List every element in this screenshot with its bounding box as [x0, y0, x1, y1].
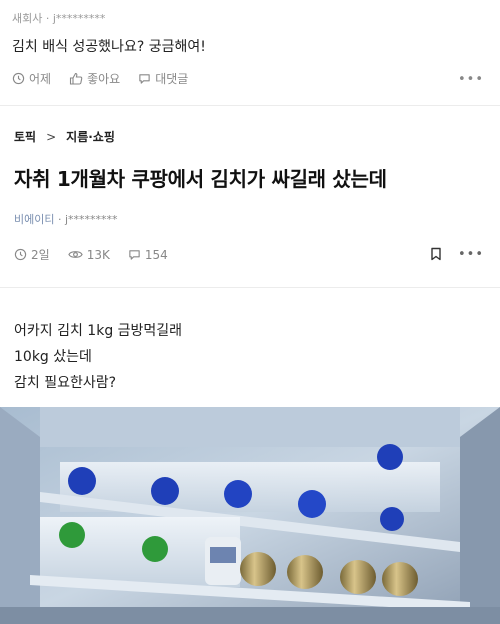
- comment-item: 새회사 · j********* 김치 배식 성공했나요? 궁금해여! 어제 좋…: [0, 0, 500, 105]
- comment-time-label: 어제: [29, 72, 52, 86]
- divider: [0, 287, 500, 288]
- post-title: 자취 1개월차 쿠팡에서 김치가 싸길래 샀는데: [14, 167, 387, 191]
- breadcrumb-topic[interactable]: 토픽: [14, 128, 36, 145]
- post-stats: 2일 13K 154: [14, 246, 168, 263]
- post-photo[interactable]: [0, 407, 500, 624]
- bookmark-button[interactable]: [430, 246, 442, 265]
- breadcrumb-separator: >: [46, 129, 57, 144]
- clock-icon: [14, 248, 27, 261]
- post-body-line: 어카지 김치 1kg 금방먹길래: [14, 323, 183, 339]
- post-more-icon[interactable]: •••: [458, 247, 484, 262]
- post-time-label: 2일: [31, 248, 50, 262]
- post-company: 비에이티: [14, 213, 55, 226]
- comment-time: 어제: [12, 70, 51, 87]
- comment-author[interactable]: 새회사 · j*********: [12, 10, 105, 26]
- post-author-meta[interactable]: 비에이티 · j*********: [14, 211, 118, 227]
- post-body: 어카지 김치 1kg 금방먹길래 10kg 샀는데 감치 필요한사람?: [14, 318, 182, 396]
- comment-more-icon[interactable]: •••: [458, 72, 484, 87]
- fridge-photo-icon: [0, 407, 500, 624]
- eye-icon: [67, 251, 83, 258]
- post-time: 2일: [14, 246, 50, 263]
- clock-icon: [12, 72, 25, 85]
- comment-actions: 어제 좋아요 대댓글: [12, 70, 188, 87]
- bookmark-icon: [431, 247, 441, 261]
- post-comments-label: 154: [144, 247, 168, 262]
- divider: [0, 105, 500, 106]
- post-views: 13K: [67, 247, 110, 262]
- breadcrumb-category[interactable]: 지름·쇼핑: [66, 128, 115, 145]
- post-views-label: 13K: [86, 247, 110, 262]
- post-user: j*********: [64, 213, 118, 226]
- speech-bubble-icon: [139, 74, 150, 84]
- breadcrumb: 토픽 > 지름·쇼핑: [14, 128, 115, 145]
- comment-like-button[interactable]: 좋아요: [69, 70, 120, 87]
- comment-like-label: 좋아요: [87, 72, 121, 86]
- comment-reply-button[interactable]: 대댓글: [138, 70, 188, 87]
- comment-reply-label: 대댓글: [155, 72, 189, 86]
- comment-body: 김치 배식 성공했나요? 궁금해여!: [12, 39, 206, 55]
- thumbs-up-icon: [70, 72, 83, 85]
- post-body-line: 10kg 샀는데: [14, 349, 92, 365]
- speech-bubble-icon: [129, 250, 140, 260]
- meta-dot: ·: [54, 213, 65, 226]
- post-comments[interactable]: 154: [128, 248, 168, 262]
- post-body-line: 감치 필요한사람?: [14, 375, 117, 391]
